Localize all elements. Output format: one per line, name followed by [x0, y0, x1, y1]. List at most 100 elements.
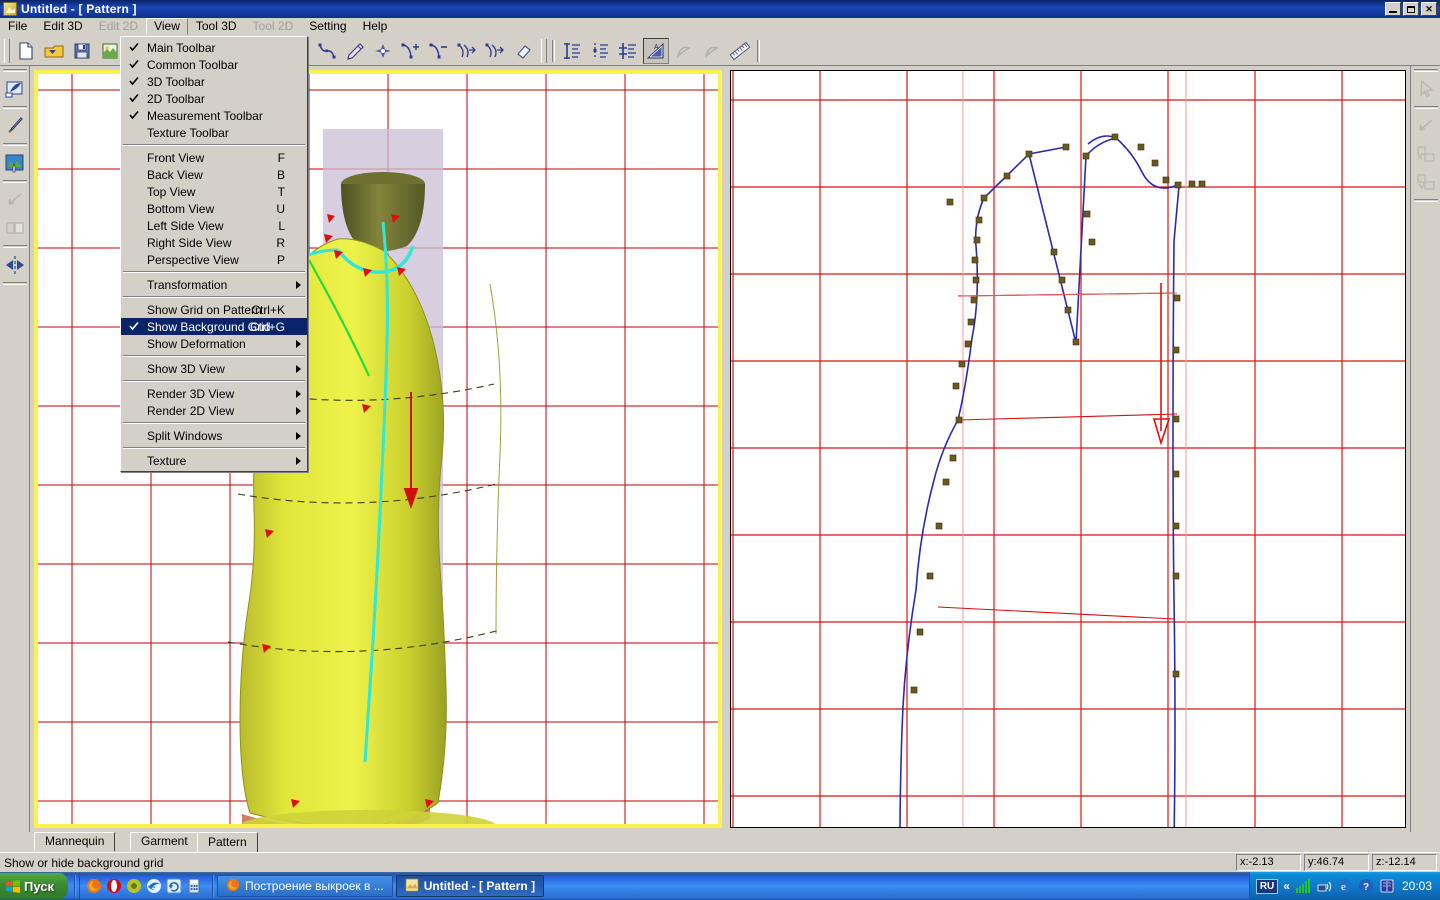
firefox-icon[interactable] [86, 878, 102, 894]
cut-knife-icon[interactable] [2, 112, 28, 140]
pencil-edit-icon[interactable] [342, 38, 368, 64]
measure-point-icon[interactable] [587, 38, 613, 64]
tab-pattern[interactable]: Pattern [197, 832, 258, 852]
point-add-icon[interactable] [370, 38, 396, 64]
taskbar-item-firefox[interactable]: Построение выкроек в ... [217, 875, 393, 897]
menu-item-transformation[interactable]: Transformation [121, 276, 307, 293]
browser-e-icon[interactable]: e [1337, 878, 1353, 894]
help-question-icon[interactable]: ? [1358, 878, 1374, 894]
vertical-separator [3, 245, 27, 248]
language-indicator[interactable]: RU [1256, 879, 1278, 894]
menu-item-common-toolbar[interactable]: Common Toolbar [121, 56, 307, 73]
maximize-button[interactable] [1403, 2, 1419, 16]
menu-item-show-grid-on-pattern[interactable]: Show Grid on PatternCtrl+K [121, 301, 307, 318]
menu-separator [123, 380, 305, 382]
menu-item-main-toolbar[interactable]: Main Toolbar [121, 39, 307, 56]
network-icon[interactable] [1316, 878, 1332, 894]
select-surface-icon[interactable] [2, 75, 28, 103]
offset-curve-back-icon[interactable] [482, 38, 508, 64]
menu-item-render-2d-view[interactable]: Render 2D View [121, 402, 307, 419]
2d-pattern-scene [731, 71, 1405, 827]
menu-help[interactable]: Help [355, 18, 396, 35]
svg-text:?: ? [1363, 882, 1369, 893]
measure-shape1-icon[interactable] [671, 38, 697, 64]
menu-item-show-background-grid[interactable]: Show Background GridCtrl+G [121, 318, 307, 335]
menu-item-2d-toolbar[interactable]: 2D Toolbar [121, 90, 307, 107]
ruler-icon[interactable] [727, 38, 753, 64]
menu-item-front-view[interactable]: Front ViewF [121, 149, 307, 166]
vertical-separator [3, 69, 27, 72]
menu-item-render-3d-view[interactable]: Render 3D View [121, 385, 307, 402]
menu-tool-3d[interactable]: Tool 3D [188, 18, 245, 35]
menu-item-split-windows[interactable]: Split Windows [121, 427, 307, 444]
calculator-icon[interactable] [186, 878, 202, 894]
menu-setting[interactable]: Setting [301, 18, 354, 35]
measure-shape2-icon[interactable] [699, 38, 725, 64]
menu-item-top-view[interactable]: Top ViewT [121, 183, 307, 200]
taskbar: Пуск e [0, 872, 1440, 900]
menu-item-left-side-view[interactable]: Left Side ViewL [121, 217, 307, 234]
menu-view[interactable]: View [146, 18, 188, 35]
menu-item-label: Right Side View [147, 236, 232, 250]
tab-mannequin[interactable]: Mannequin [34, 832, 115, 851]
taskbar-clock[interactable]: 20:03 [1400, 879, 1434, 893]
volume-bars-icon[interactable] [1295, 878, 1311, 894]
open-folder-icon[interactable] [41, 38, 67, 64]
internet-explorer-icon[interactable]: e [146, 878, 162, 894]
2d-pattern-view[interactable] [730, 70, 1406, 828]
measure-segment-icon[interactable] [615, 38, 641, 64]
view-dropdown-menu[interactable]: Main ToolbarCommon Toolbar 3D Toolbar2D T… [120, 36, 308, 472]
2d-canvas[interactable] [731, 71, 1405, 827]
start-button[interactable]: Пуск [0, 873, 68, 899]
windows-flag-icon [6, 880, 20, 893]
add-point-curve-icon[interactable] [398, 38, 424, 64]
submenu-arrow-icon [296, 407, 301, 415]
measure-area-icon[interactable]: A [643, 38, 669, 64]
minimize-button[interactable] [1385, 2, 1401, 16]
menu-item-show-3d-view[interactable]: Show 3D View [121, 360, 307, 377]
taskbar-item-pattern-app[interactable]: Untitled - [ Pattern ] [396, 875, 544, 897]
menu-item-shortcut: Ctrl+K [251, 303, 285, 317]
tray-expand-chevron-icon[interactable]: « [1283, 879, 1290, 893]
offset-curve-forward-icon[interactable] [454, 38, 480, 64]
menu-item-texture-toolbar[interactable]: Texture Toolbar [121, 124, 307, 141]
menu-file[interactable]: File [0, 18, 35, 35]
menu-item-label: Show Deformation [147, 337, 246, 351]
menu-item-label: 3D Toolbar [147, 75, 205, 89]
menu-item-right-side-view[interactable]: Right Side ViewR [121, 234, 307, 251]
menu-item-label: Render 3D View [147, 387, 234, 401]
menu-item-back-view[interactable]: Back ViewB [121, 166, 307, 183]
menu-item-measurement-toolbar[interactable]: Measurement Toolbar [121, 107, 307, 124]
status-hint: Show or hide background grid [0, 856, 1236, 870]
drag-texture-icon[interactable] [2, 149, 28, 177]
measure-length-icon[interactable] [559, 38, 585, 64]
menu-item-perspective-view[interactable]: Perspective ViewP [121, 251, 307, 268]
menu-item-bottom-view[interactable]: Bottom ViewU [121, 200, 307, 217]
menu-item-texture[interactable]: Texture [121, 452, 307, 469]
new-document-icon[interactable] [13, 38, 39, 64]
menu-item-3d-toolbar[interactable]: 3D Toolbar [121, 73, 307, 90]
checkmark-icon [129, 75, 139, 87]
eraser-icon[interactable] [510, 38, 536, 64]
opera-icon[interactable] [106, 878, 122, 894]
book-icon[interactable] [1379, 878, 1395, 894]
svg-text:e: e [1341, 881, 1346, 893]
mirror-symmetry-icon[interactable] [2, 251, 28, 279]
menu-item-label: Top View [147, 185, 195, 199]
checkmark-icon [129, 58, 139, 70]
media-icon[interactable] [126, 878, 142, 894]
menu-edit-3d[interactable]: Edit 3D [35, 18, 90, 35]
toolbar-grip[interactable] [4, 39, 10, 63]
close-button[interactable]: ✕ [1421, 2, 1437, 16]
taskbar-separator [212, 875, 213, 897]
toolbar-grip[interactable] [541, 39, 547, 63]
menu-item-shortcut: P [277, 253, 285, 267]
remove-point-curve-icon[interactable] [426, 38, 452, 64]
curve-line-icon[interactable] [314, 38, 340, 64]
tab-garment[interactable]: Garment [130, 832, 199, 851]
refresh-icon[interactable] [166, 878, 182, 894]
save-disk-icon[interactable] [69, 38, 95, 64]
taskbar-item-label: Построение выкроек в ... [245, 879, 384, 893]
menu-item-show-deformation[interactable]: Show Deformation [121, 335, 307, 352]
menu-separator [123, 422, 305, 424]
